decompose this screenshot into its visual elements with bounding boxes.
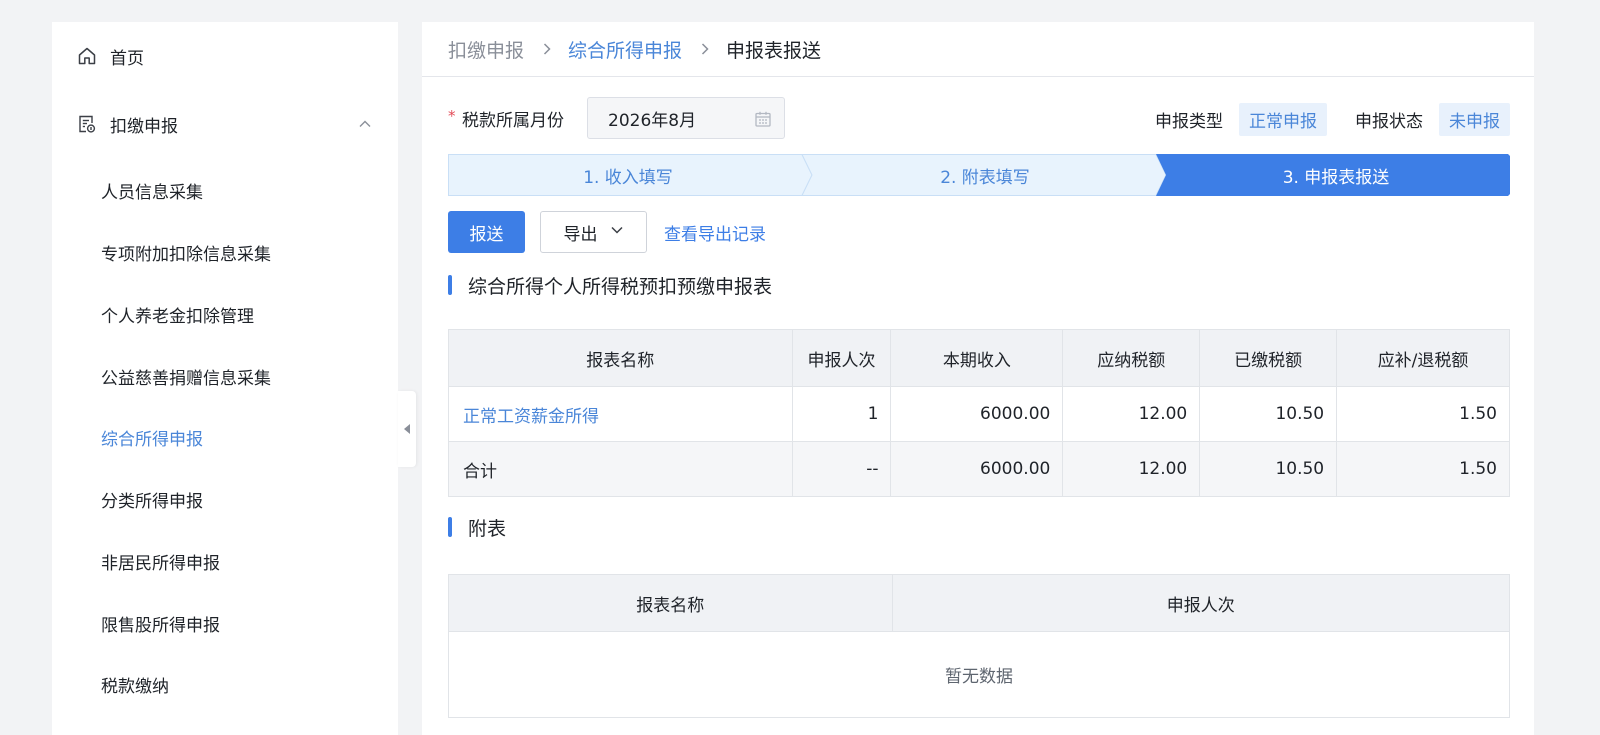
table-header-row: 报表名称 申报人次 本期收入 应纳税额 已缴税额 应补/退税额 [448,329,1510,387]
export-label: 导出 [563,224,598,245]
steps: 1. 收入填写 2. 附表填写 3. 申报表报送 [448,154,1510,196]
table-cell: -- [791,441,892,497]
sidebar-item-label: 公益慈善捐赠信息采集 [101,368,271,389]
home-icon [76,45,98,67]
declaration-type-badge: 正常申报 [1239,103,1327,136]
sidebar-group-withholding[interactable]: 扣缴申报 [52,94,398,154]
sidebar-item-comprehensive-income[interactable]: 综合所得申报 [52,413,398,461]
table-cell: 合计 [448,441,793,497]
calendar-icon [754,110,772,133]
step-attachment[interactable]: 2. 附表填写 [808,154,1162,196]
sidebar-item-label: 限售股所得申报 [101,615,220,636]
table-cell: 1.50 [1336,386,1510,442]
table-cell: 6000.00 [890,386,1064,442]
month-picker[interactable]: 2026年8月 [587,97,785,139]
breadcrumb-item-current: 申报表报送 [726,39,822,62]
attachment-table: 报表名称 申报人次 暂无数据 [448,574,1511,718]
step-submit[interactable]: 3. 申报表报送 [1162,154,1510,196]
submit-button[interactable]: 报送 [448,211,525,253]
sidebar-item-label: 非居民所得申报 [101,553,220,574]
export-history-link[interactable]: 查看导出记录 [664,220,766,245]
sidebar-item-special-deduction[interactable]: 专项附加扣除信息采集 [52,228,398,276]
table-header-row: 报表名称 申报人次 [448,574,1511,632]
table-total-row: 合计 -- 6000.00 12.00 10.50 1.50 [448,441,1510,497]
table-cell: 10.50 [1199,386,1338,442]
report-name-link[interactable]: 正常工资薪金所得 [448,386,793,442]
column-header: 应纳税额 [1062,329,1201,387]
sidebar-item-classified-income[interactable]: 分类所得申报 [52,475,398,523]
empty-state-text: 暂无数据 [448,631,1510,718]
table-cell: 6000.00 [890,441,1064,497]
main-table-title: 综合所得个人所得税预扣预缴申报表 [448,273,773,298]
section-marker [448,517,452,537]
column-header: 已缴税额 [1199,329,1338,387]
table-cell: 1.50 [1336,441,1510,497]
table-row: 正常工资薪金所得 1 6000.00 12.00 10.50 1.50 [448,386,1510,442]
table-cell: 12.00 [1062,441,1201,497]
chevron-up-icon[interactable] [358,116,372,136]
chevron-right-icon [542,42,552,56]
step-income[interactable]: 1. 收入填写 [448,154,808,196]
required-mark: * [448,107,456,125]
sidebar-item-label: 首页 [110,48,144,69]
sidebar-item-restricted-stock[interactable]: 限售股所得申报 [52,599,398,647]
caret-left-icon [404,424,410,434]
table-empty-row: 暂无数据 [448,631,1510,718]
sidebar-item-label: 专项附加扣除信息采集 [101,244,271,265]
sidebar: 首页 扣缴申报 人员信息采集 专项附加扣除信息采集 个人养老金扣除管理 公益慈善… [52,22,398,735]
sidebar-collapse-handle[interactable] [398,391,416,467]
sidebar-item-label: 税款缴纳 [101,676,169,697]
declaration-meta: 申报类型 正常申报 申报状态 未申报 [1155,103,1510,136]
declaration-status-badge: 未申报 [1439,103,1510,136]
sidebar-item-label: 人员信息采集 [101,182,203,203]
sidebar-item-charity-donation[interactable]: 公益慈善捐赠信息采集 [52,352,398,400]
month-label: 税款所属月份 [462,111,564,131]
column-header: 本期收入 [890,329,1064,387]
column-header: 报表名称 [448,574,893,632]
action-bar: 报送 导出 查看导出记录 [448,211,766,253]
month-value: 2026年8月 [608,110,697,131]
sidebar-item-pension-deduction[interactable]: 个人养老金扣除管理 [52,290,398,338]
breadcrumb: 扣缴申报 综合所得申报 申报表报送 [422,22,1534,77]
table-cell: 1 [791,386,892,442]
sidebar-item-tax-payment[interactable]: 税款缴纳 [52,660,398,708]
column-header: 申报人次 [891,574,1511,632]
section-marker [448,275,452,295]
chevron-right-icon [700,42,710,56]
sidebar-item-personnel-info[interactable]: 人员信息采集 [52,166,398,214]
main-panel: 扣缴申报 综合所得申报 申报表报送 * 税款所属月份 2026年8月 申报类型 … [422,22,1534,735]
table-cell: 12.00 [1062,386,1201,442]
column-header: 申报人次 [791,329,892,387]
breadcrumb-item-comprehensive[interactable]: 综合所得申报 [568,36,682,63]
attachment-table-title: 附表 [448,515,507,540]
sidebar-item-home[interactable]: 首页 [52,26,398,86]
declaration-status-label: 申报状态 [1355,112,1423,132]
breadcrumb-item-withholding[interactable]: 扣缴申报 [448,36,524,63]
sidebar-item-label: 综合所得申报 [101,429,203,450]
export-dropdown[interactable]: 导出 [540,211,647,253]
attachment-table-title-text: 附表 [468,517,507,540]
declaration-table: 报表名称 申报人次 本期收入 应纳税额 已缴税额 应补/退税额 正常工资薪金所得… [448,329,1510,497]
filter-row: * 税款所属月份 2026年8月 申报类型 正常申报 申报状态 未申报 [448,97,1510,139]
column-header: 应补/退税额 [1336,329,1510,387]
sidebar-item-label: 分类所得申报 [101,491,203,512]
sidebar-group-label: 扣缴申报 [110,116,178,137]
chevron-down-icon [610,222,624,242]
sidebar-item-label: 个人养老金扣除管理 [101,306,254,327]
report-icon [76,113,98,135]
main-table-title-text: 综合所得个人所得税预扣预缴申报表 [468,275,773,298]
column-header: 报表名称 [448,329,793,387]
table-cell: 10.50 [1199,441,1338,497]
sidebar-item-nonresident-income[interactable]: 非居民所得申报 [52,537,398,585]
declaration-type-label: 申报类型 [1155,112,1223,132]
